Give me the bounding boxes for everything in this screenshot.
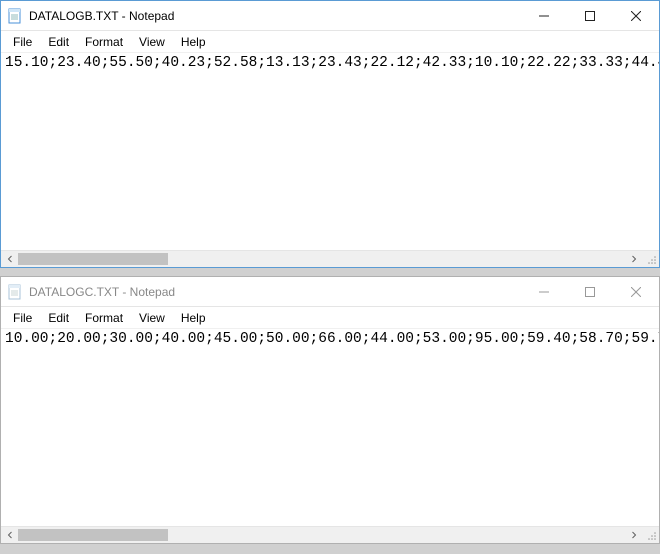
- menu-help[interactable]: Help: [173, 309, 214, 327]
- text-area[interactable]: 15.10;23.40;55.50;40.23;52.58;13.13;23.4…: [1, 53, 659, 250]
- menu-help[interactable]: Help: [173, 33, 214, 51]
- text-content: 10.00;20.00;30.00;40.00;45.00;50.00;66.0…: [1, 329, 659, 350]
- menu-format[interactable]: Format: [77, 309, 131, 327]
- horizontal-scrollbar[interactable]: [1, 250, 659, 267]
- titlebar[interactable]: DATALOGC.TXT - Notepad: [1, 277, 659, 307]
- notepad-window-b: DATALOGB.TXT - Notepad File Edit Format …: [0, 0, 660, 268]
- minimize-button[interactable]: [521, 1, 567, 30]
- close-button[interactable]: [613, 1, 659, 30]
- menubar: File Edit Format View Help: [1, 31, 659, 53]
- window-title: DATALOGC.TXT - Notepad: [29, 285, 175, 299]
- maximize-button[interactable]: [567, 277, 613, 306]
- maximize-button[interactable]: [567, 1, 613, 30]
- menu-edit[interactable]: Edit: [40, 33, 77, 51]
- notepad-icon: [7, 284, 23, 300]
- scroll-right-button[interactable]: [625, 251, 642, 267]
- menu-view[interactable]: View: [131, 33, 173, 51]
- window-controls: [521, 1, 659, 30]
- menubar: File Edit Format View Help: [1, 307, 659, 329]
- menu-view[interactable]: View: [131, 309, 173, 327]
- scroll-left-button[interactable]: [1, 527, 18, 543]
- scroll-track[interactable]: [18, 251, 625, 267]
- resize-grip-icon[interactable]: [642, 527, 659, 543]
- scroll-thumb[interactable]: [18, 529, 168, 541]
- close-button[interactable]: [613, 277, 659, 306]
- scroll-right-button[interactable]: [625, 527, 642, 543]
- notepad-icon: [7, 8, 23, 24]
- scroll-left-button[interactable]: [1, 251, 18, 267]
- notepad-window-c: DATALOGC.TXT - Notepad File Edit Format …: [0, 276, 660, 544]
- text-content: 15.10;23.40;55.50;40.23;52.58;13.13;23.4…: [1, 53, 659, 74]
- menu-file[interactable]: File: [5, 33, 40, 51]
- window-title: DATALOGB.TXT - Notepad: [29, 9, 174, 23]
- window-controls: [521, 277, 659, 306]
- horizontal-scrollbar[interactable]: [1, 526, 659, 543]
- menu-format[interactable]: Format: [77, 33, 131, 51]
- minimize-button[interactable]: [521, 277, 567, 306]
- menu-edit[interactable]: Edit: [40, 309, 77, 327]
- text-area[interactable]: 10.00;20.00;30.00;40.00;45.00;50.00;66.0…: [1, 329, 659, 526]
- resize-grip-icon[interactable]: [642, 251, 659, 267]
- titlebar[interactable]: DATALOGB.TXT - Notepad: [1, 1, 659, 31]
- menu-file[interactable]: File: [5, 309, 40, 327]
- scroll-track[interactable]: [18, 527, 625, 543]
- scroll-thumb[interactable]: [18, 253, 168, 265]
